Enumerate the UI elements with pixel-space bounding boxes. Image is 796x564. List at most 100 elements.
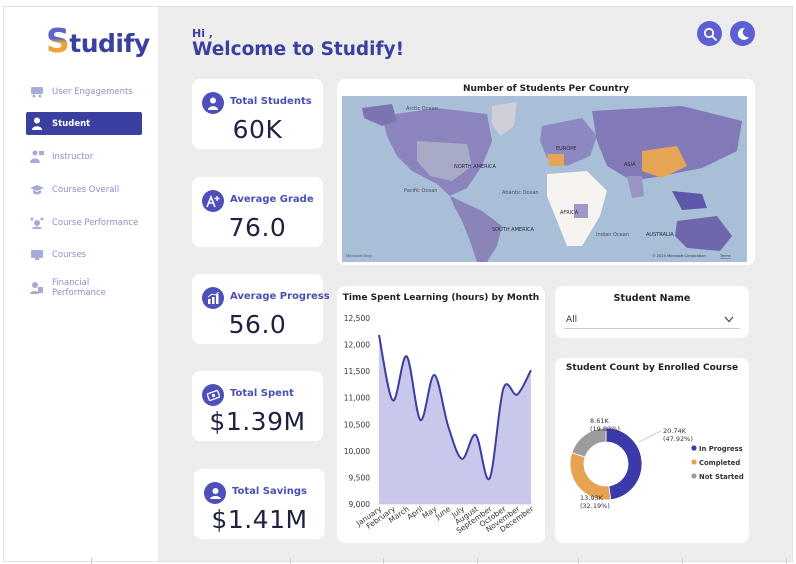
monitor-icon	[30, 248, 44, 262]
data-point-october[interactable]	[501, 387, 505, 391]
kpi-average-grade: Average Grade 76.0	[192, 177, 323, 247]
kpi-average-progress: Average Progress 56.0	[192, 274, 330, 344]
logo-initial: S	[46, 21, 70, 60]
money-icon	[202, 384, 224, 406]
world-map[interactable]: Arctic Ocean NORTH AMERICA EUROPE ASIA P…	[342, 96, 747, 262]
y-tick-label: 11,000	[344, 394, 370, 403]
time-spent-area-chart: 12,500 12,000 11,500 11,000 10,500 10,000 9,50…	[344, 314, 536, 535]
student-icon	[30, 117, 44, 131]
area-fill	[379, 335, 531, 504]
legend-label[interactable]: In Progress	[699, 445, 743, 453]
y-tick-label: 12,000	[344, 341, 370, 350]
sidebar-item-course-performance[interactable]: Course Performance	[26, 211, 142, 234]
label-australia: AUSTRALIA	[646, 232, 674, 238]
sidebar-item-label: Courses	[52, 249, 87, 260]
y-tick-label: 9,000	[349, 500, 371, 509]
label-indian: Indian Ocean	[596, 232, 629, 238]
progress-chart-icon	[202, 287, 224, 309]
sidebar-item-label: Financial Performance	[52, 277, 106, 298]
legend-marker	[691, 445, 697, 451]
tick-mark	[91, 558, 92, 564]
sidebar-item-courses[interactable]: Courses	[26, 243, 142, 266]
kpi-label: Total Students	[230, 96, 312, 107]
dropdown-selected: All	[566, 315, 578, 325]
legend-marker	[691, 473, 697, 479]
sidebar-item-courses-overall[interactable]: Courses Overall	[26, 178, 142, 201]
data-label-value: 20.74K	[663, 427, 687, 435]
tick-mark	[682, 558, 683, 564]
label-pacific: Pacific Ocean	[404, 188, 437, 194]
sidebar-item-user-engagements[interactable]: User Engagements	[26, 80, 142, 103]
data-point-april[interactable]	[418, 418, 422, 422]
page-title: Welcome to Studify!	[192, 39, 405, 60]
tick-mark	[290, 558, 291, 564]
kpi-total-students: Total Students 60K	[192, 79, 323, 149]
moon-icon	[737, 27, 749, 40]
search-button[interactable]	[697, 21, 722, 46]
data-label-percent: (19.89%)	[590, 425, 620, 433]
sidebar-item-label: Student	[52, 118, 91, 129]
kpi-value: 60K	[232, 115, 283, 144]
data-point-february[interactable]	[391, 398, 395, 402]
student-name-dropdown[interactable]: All	[564, 310, 740, 329]
kpi-label: Average Progress	[230, 291, 330, 302]
sidebar-item-label: Courses Overall	[52, 184, 120, 195]
map-terms-link[interactable]: Terms	[719, 254, 731, 258]
sidebar-item-label: User Engagements	[52, 86, 133, 97]
sidebar-item-student[interactable]: Student	[26, 112, 142, 135]
tick-mark	[477, 558, 478, 564]
map-copyright: © 2025 Microsoft Corporation	[652, 254, 706, 258]
student-name-filter-card: Student Name All	[555, 286, 749, 338]
data-label-value: 13.93K	[580, 494, 604, 502]
slice-completed[interactable]	[569, 452, 612, 501]
chevron-down-icon	[724, 316, 734, 323]
label-asia: ASIA	[624, 162, 636, 168]
label-atlantic: Atlantic Ocean	[502, 190, 539, 196]
data-point-january[interactable]	[377, 333, 381, 337]
sidebar-item-label: Course Performance	[52, 217, 139, 228]
map-card: Number of Students Per Country Arctic Oc…	[337, 79, 755, 265]
sidebar-item-label: Instructor	[52, 151, 94, 162]
performance-icon	[30, 216, 44, 230]
data-point-march[interactable]	[405, 354, 409, 358]
label-africa: AFRICA	[560, 210, 579, 216]
sidebar-item-financial-performance[interactable]: Financial Performance	[26, 276, 142, 299]
sidebar-item-instructor[interactable]: Instructor	[26, 145, 142, 168]
y-tick-label: 11,500	[344, 367, 370, 376]
kpi-label: Total Savings	[232, 486, 307, 497]
tick-mark	[578, 558, 579, 564]
legend-label[interactable]: Not Started	[699, 473, 744, 481]
label-north-america: NORTH AMERICA	[454, 164, 497, 170]
data-point-december[interactable]	[529, 368, 533, 372]
data-point-november[interactable]	[515, 393, 519, 397]
kpi-label: Average Grade	[230, 194, 314, 205]
engagement-icon	[30, 85, 44, 99]
kpi-label: Total Spent	[230, 388, 294, 399]
legend-marker	[691, 459, 697, 465]
kpi-total-savings: Total Savings $1.41M	[194, 469, 325, 539]
slice-in-progress[interactable]	[605, 427, 643, 501]
dashboard-frame: Studify User Engagements Student Instruc…	[3, 6, 793, 562]
data-label-leader	[638, 430, 662, 443]
tick-mark	[383, 558, 384, 564]
app-logo: Studify	[46, 21, 150, 60]
grade-plus-icon	[202, 190, 224, 212]
data-label-value: 8.61K	[590, 417, 609, 425]
legend-label[interactable]: Completed	[699, 459, 740, 467]
instructor-icon	[30, 150, 44, 164]
savings-icon	[204, 482, 226, 504]
y-tick-label: 10,000	[344, 447, 370, 456]
theme-toggle-button[interactable]	[730, 21, 755, 46]
label-arctic: Arctic Ocean	[406, 106, 438, 112]
data-point-august[interactable]	[474, 433, 478, 437]
data-point-september[interactable]	[488, 476, 492, 480]
kpi-total-spent: Total Spent $1.39M	[192, 371, 323, 441]
kpi-value: $1.39M	[209, 407, 306, 436]
data-label-percent: (32.19%)	[580, 502, 610, 510]
kpi-value: 76.0	[228, 213, 287, 242]
label-europe: EUROPE	[556, 146, 576, 152]
data-point-may[interactable]	[432, 373, 436, 377]
data-point-july[interactable]	[460, 457, 464, 461]
data-point-june[interactable]	[446, 424, 450, 428]
filter-title: Student Name	[613, 293, 691, 304]
